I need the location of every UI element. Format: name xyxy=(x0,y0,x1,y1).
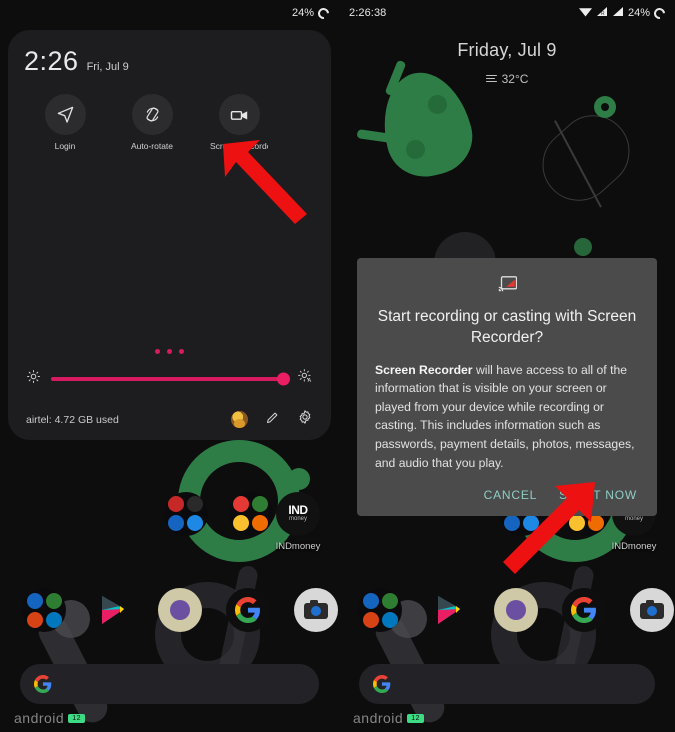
brightness-slider-row[interactable]: A xyxy=(24,368,315,389)
cast-screen-icon xyxy=(375,276,639,297)
user-avatar[interactable] xyxy=(231,411,248,428)
watermark-badge: 12 xyxy=(407,713,424,723)
wallpaper-eye-1 xyxy=(428,95,447,114)
google-icon xyxy=(226,588,270,632)
right-phone-screen: 2:26:38 R 24% Friday, Jul 9 32°C money I… xyxy=(339,0,675,732)
app-play-store[interactable] xyxy=(421,588,475,632)
gear-icon[interactable] xyxy=(297,409,313,430)
qs-clock-row: 2:26 Fri, Jul 9 xyxy=(24,46,315,77)
signal-icon xyxy=(612,6,624,20)
app-play-store[interactable] xyxy=(85,588,139,632)
wallpaper-outline-capsule xyxy=(527,100,645,216)
app-workspace[interactable] xyxy=(17,588,71,632)
wallpaper-eye-2 xyxy=(406,140,425,159)
home-weather: 32°C xyxy=(339,72,675,86)
workspace-folder-icon xyxy=(358,588,402,632)
google-g-icon xyxy=(373,675,391,693)
google-search-bar-left[interactable] xyxy=(20,664,319,704)
qs-time: 2:26 xyxy=(24,46,79,76)
battery-percent-label: 24% xyxy=(291,7,314,19)
annotation-arrow-start-now xyxy=(503,482,595,574)
app-label: INDmoney xyxy=(275,541,321,552)
qs-tile-label: Login xyxy=(54,141,76,151)
app-google[interactable] xyxy=(557,588,611,632)
wallpaper-green-dot-mid xyxy=(574,238,592,256)
folder-app-2[interactable] xyxy=(224,492,278,536)
chrome-icon xyxy=(158,588,202,632)
watermark-badge: 12 xyxy=(68,713,85,723)
left-phone-screen: 24% IND money INDmoney android 12 2:26 F… xyxy=(0,0,339,732)
page-dot xyxy=(155,349,160,354)
annotation-arrow-screen-recorder xyxy=(223,140,307,224)
temperature-label: 32°C xyxy=(501,72,529,86)
video-camera-icon xyxy=(218,94,260,135)
brightness-low-icon xyxy=(26,369,41,389)
pencil-icon[interactable] xyxy=(265,410,280,430)
app-workspace[interactable] xyxy=(353,588,407,632)
app-google[interactable] xyxy=(221,588,275,632)
screenshot-pair: 24% IND money INDmoney android 12 2:26 F… xyxy=(0,0,675,732)
play-store-icon xyxy=(426,588,470,632)
wallpaper-green-dot xyxy=(288,468,310,490)
brightness-slider[interactable] xyxy=(51,372,290,385)
dialog-title: Start recording or casting with Screen R… xyxy=(377,308,637,346)
folder-icon xyxy=(164,492,208,536)
play-store-icon xyxy=(90,588,134,632)
dialog-body: Screen Recorder will have access to all … xyxy=(375,361,639,472)
quick-settings-panel: 2:26 Fri, Jul 9 Login Auto-rotate A airt… xyxy=(8,30,331,440)
brightness-slider-thumb[interactable] xyxy=(277,372,290,385)
battery-circle-icon xyxy=(651,5,668,21)
app-camera[interactable] xyxy=(289,588,339,632)
dialog-app-name: Screen Recorder xyxy=(375,362,473,377)
qs-tile-login[interactable]: Login xyxy=(36,94,94,151)
home-date-label: Friday, Jul 9 xyxy=(457,40,557,60)
watermark-label: android xyxy=(14,710,65,726)
battery-circle-icon xyxy=(315,5,332,21)
qs-footer: airtel: 4.72 GB used xyxy=(24,409,315,430)
android-watermark-left: android 12 xyxy=(14,710,85,726)
folder-app-1[interactable] xyxy=(159,492,213,536)
camera-icon xyxy=(630,588,674,632)
android-watermark-right: android 12 xyxy=(353,710,424,726)
wifi-icon xyxy=(578,6,592,20)
google-search-bar-right[interactable] xyxy=(359,664,655,704)
watermark-label: android xyxy=(353,710,404,726)
signal-roaming-icon: R xyxy=(596,6,608,20)
page-dot xyxy=(167,349,172,354)
indmoney-icon: IND money xyxy=(276,492,320,536)
svg-text:R: R xyxy=(601,11,605,17)
app-chrome[interactable] xyxy=(153,588,207,632)
workspace-folder-icon xyxy=(22,588,66,632)
battery-percent-label: 24% xyxy=(627,7,650,19)
status-bar-right: 2:26:38 R 24% xyxy=(339,0,675,26)
qs-tile-auto-rotate[interactable]: Auto-rotate xyxy=(123,94,181,151)
google-icon xyxy=(562,588,606,632)
app-chrome[interactable] xyxy=(489,588,543,632)
folder-icon xyxy=(229,492,273,536)
qs-tile-label: Auto-rotate xyxy=(130,141,174,151)
app-camera[interactable] xyxy=(625,588,675,632)
status-bar-left: 24% xyxy=(0,0,339,26)
qs-page-indicator[interactable] xyxy=(24,349,315,354)
location-arrow-icon xyxy=(44,94,86,135)
wallpaper-green-dot-hole xyxy=(601,103,609,111)
svg-text:A: A xyxy=(308,378,312,384)
app-indmoney[interactable]: IND money INDmoney xyxy=(271,492,325,552)
page-dot xyxy=(179,349,184,354)
auto-rotate-icon xyxy=(131,94,173,135)
status-time-right: 2:26:38 xyxy=(349,7,387,19)
qs-date: Fri, Jul 9 xyxy=(86,61,129,73)
weather-haze-icon xyxy=(485,74,497,84)
carrier-data-label: airtel: 4.72 GB used xyxy=(26,413,119,426)
dialog-body-text: will have access to all of the informati… xyxy=(375,362,635,470)
google-g-icon xyxy=(34,675,52,693)
chrome-icon xyxy=(494,588,538,632)
camera-icon xyxy=(294,588,338,632)
brightness-auto-icon: A xyxy=(297,368,313,389)
app-label: INDmoney xyxy=(611,541,657,552)
